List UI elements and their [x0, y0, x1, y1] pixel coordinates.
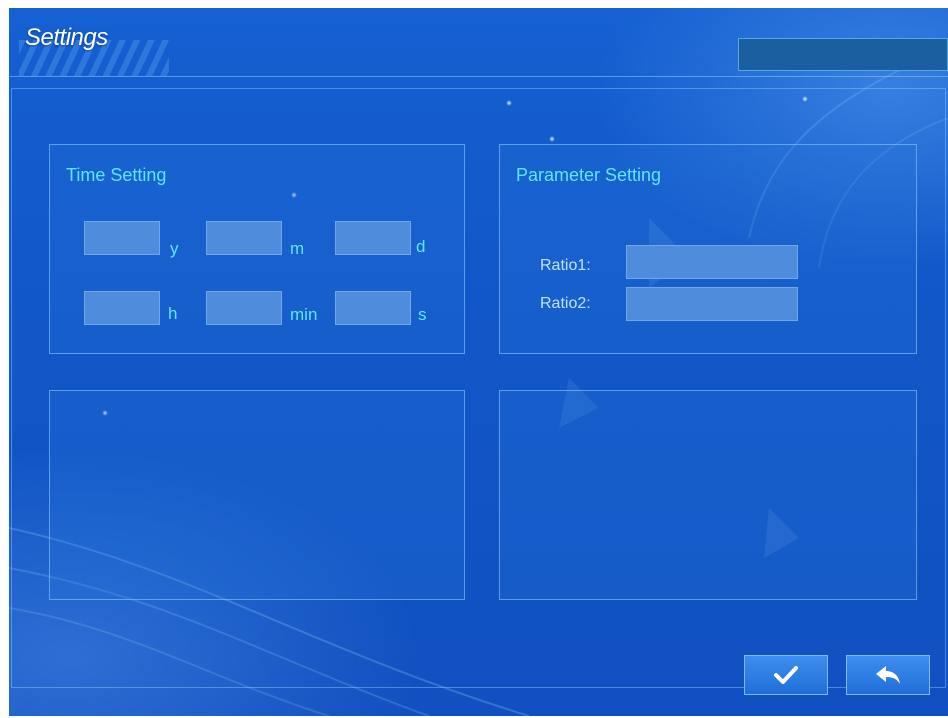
month-input[interactable]	[206, 221, 282, 255]
empty-panel-left	[49, 390, 465, 600]
back-button[interactable]	[846, 655, 930, 695]
hour-input[interactable]	[84, 291, 160, 325]
time-setting-title: Time Setting	[66, 165, 167, 185]
month-unit-label: m	[290, 239, 305, 258]
checkmark-icon	[773, 664, 799, 686]
header-status-box	[738, 38, 948, 71]
header-bar: Settings	[9, 8, 948, 77]
year-unit-label: y	[170, 239, 179, 258]
second-input[interactable]	[335, 291, 411, 325]
ratio2-label: Ratio2:	[540, 295, 591, 312]
day-input[interactable]	[335, 221, 411, 255]
minute-input[interactable]	[206, 291, 282, 325]
second-unit-label: s	[418, 305, 427, 324]
parameter-setting-panel: Parameter Setting Ratio1: Ratio2:	[499, 144, 917, 354]
ratio2-input[interactable]	[626, 287, 798, 321]
page-title: Settings	[25, 24, 108, 51]
hour-unit-label: h	[168, 304, 178, 323]
minute-unit-label: min	[290, 305, 318, 324]
time-setting-panel: Time Setting y m d h min s	[49, 144, 465, 354]
ratio1-input[interactable]	[626, 245, 798, 279]
year-input[interactable]	[84, 221, 160, 255]
settings-screen: Settings Time Setting y m d h min s Para…	[9, 8, 948, 716]
empty-panel-right	[499, 390, 917, 600]
parameter-setting-title: Parameter Setting	[516, 165, 662, 185]
confirm-button[interactable]	[744, 655, 828, 695]
ratio1-label: Ratio1:	[540, 257, 591, 274]
return-arrow-icon	[873, 663, 903, 687]
day-unit-label: d	[416, 237, 426, 256]
